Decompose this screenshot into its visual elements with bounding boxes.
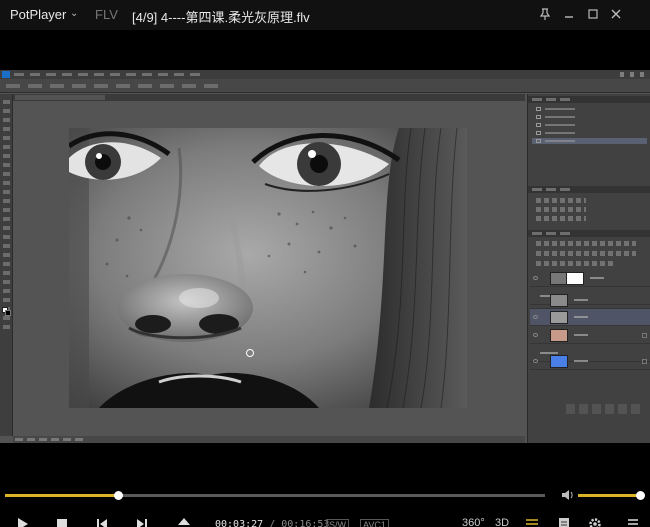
volume-slider[interactable] bbox=[578, 491, 646, 500]
ps-options-bar bbox=[0, 79, 650, 93]
layer-row-selected bbox=[530, 309, 650, 326]
eye-icon bbox=[533, 333, 538, 337]
volume-level bbox=[578, 494, 641, 497]
video-frame[interactable] bbox=[0, 70, 650, 443]
layer-row bbox=[530, 270, 650, 287]
chevron-down-icon[interactable]: ⌄ bbox=[70, 8, 78, 19]
history-item bbox=[532, 106, 647, 112]
ps-canvas-area bbox=[13, 101, 525, 436]
history-panel-tab bbox=[528, 96, 650, 103]
document-icon[interactable] bbox=[557, 517, 571, 527]
subtitle-badge[interactable]: S/W bbox=[326, 519, 349, 527]
ps-document-tab bbox=[13, 94, 525, 101]
background-color-swatch bbox=[5, 310, 11, 316]
stop-icon[interactable] bbox=[55, 517, 69, 527]
file-title: [4/9] 4----第四课.柔光灰原理.flv bbox=[132, 10, 310, 25]
pin-icon[interactable] bbox=[537, 6, 553, 22]
seek-handle[interactable] bbox=[113, 491, 123, 500]
history-item-selected bbox=[532, 138, 647, 144]
play-icon[interactable] bbox=[15, 517, 29, 527]
eye-icon bbox=[533, 315, 538, 319]
layer-row bbox=[530, 353, 650, 370]
seek-bar[interactable] bbox=[5, 491, 545, 500]
maximize-icon[interactable] bbox=[585, 6, 601, 22]
total-time: 00:16:53 bbox=[281, 519, 330, 527]
brush-cursor bbox=[246, 349, 254, 357]
codec-badge[interactable]: AVC1 bbox=[360, 519, 389, 527]
skip-next-icon[interactable] bbox=[135, 517, 149, 527]
menu-icon[interactable] bbox=[626, 517, 640, 527]
layer-row bbox=[530, 292, 650, 309]
speaker-icon[interactable] bbox=[560, 488, 574, 502]
history-item bbox=[532, 114, 647, 120]
current-time: 00:03:27 bbox=[215, 519, 264, 527]
ps-menu-bar bbox=[0, 70, 650, 79]
document-image bbox=[69, 128, 467, 408]
volume-handle[interactable] bbox=[636, 491, 646, 500]
time-separator: / bbox=[269, 519, 276, 527]
watermark bbox=[566, 404, 640, 414]
gear-icon[interactable] bbox=[588, 517, 602, 527]
vr360-button[interactable]: 360° bbox=[462, 517, 485, 527]
time-display: 00:03:27 / 00:16:53 bbox=[215, 519, 329, 527]
equalizer-icon[interactable] bbox=[525, 517, 539, 527]
close-icon[interactable] bbox=[608, 6, 624, 22]
format-label: FLV bbox=[95, 7, 118, 22]
title-bar: PotPlayer ⌄ FLV [4/9] 4----第四课.柔光灰原理.flv bbox=[0, 0, 650, 30]
eject-icon[interactable] bbox=[177, 517, 191, 527]
3d-button[interactable]: 3D bbox=[495, 517, 509, 527]
eye-icon bbox=[533, 276, 538, 280]
minimize-icon[interactable] bbox=[561, 6, 577, 22]
history-item bbox=[532, 130, 647, 136]
ps-status-bar bbox=[13, 436, 525, 443]
photoshop-logo-icon bbox=[2, 71, 10, 78]
ps-toolbar bbox=[0, 94, 13, 436]
seek-progress bbox=[5, 494, 119, 497]
eye-icon bbox=[533, 359, 538, 363]
ps-panels bbox=[527, 94, 650, 443]
history-item bbox=[532, 122, 647, 128]
adjustments-panel-tab bbox=[528, 186, 650, 193]
skip-previous-icon[interactable] bbox=[95, 517, 109, 527]
layer-row bbox=[530, 327, 650, 344]
app-brand-menu[interactable]: PotPlayer bbox=[10, 7, 66, 22]
layers-panel-tab bbox=[528, 230, 650, 237]
